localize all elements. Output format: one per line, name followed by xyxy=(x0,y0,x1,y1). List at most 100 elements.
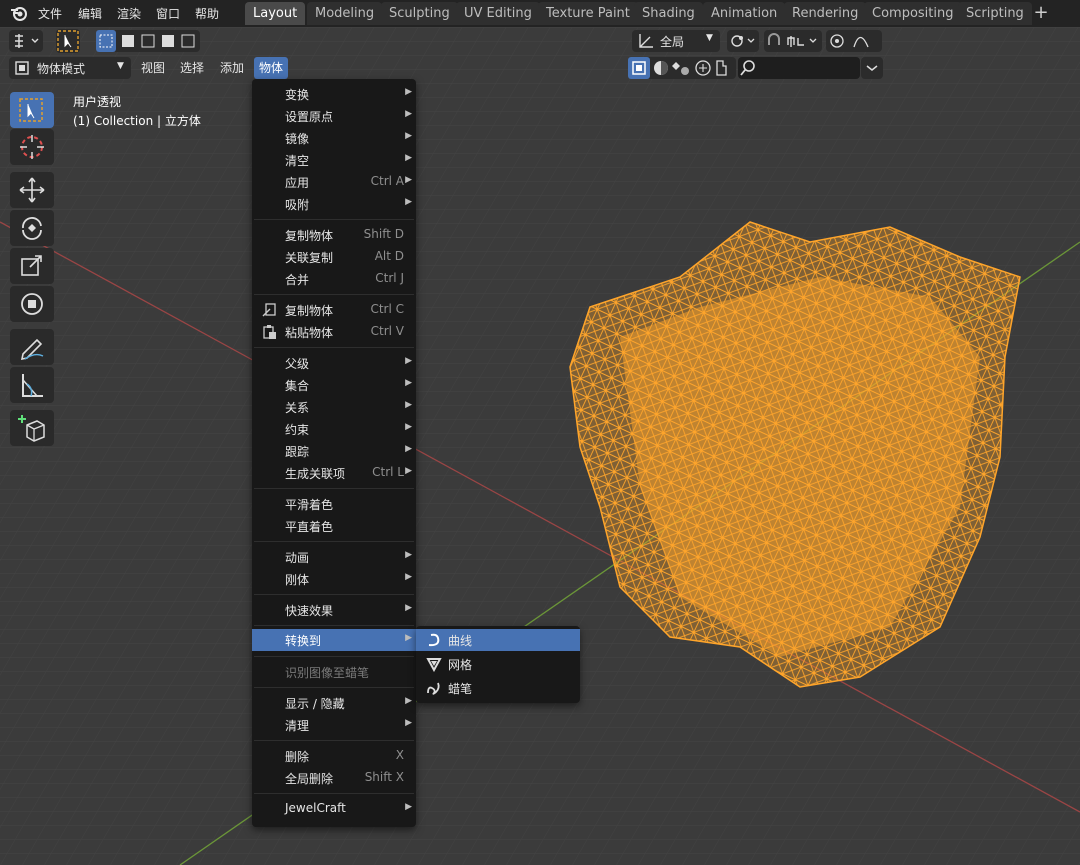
tool-measure[interactable] xyxy=(10,367,54,403)
wireframe-object[interactable] xyxy=(560,207,1030,697)
header-menu-object[interactable]: 物体 xyxy=(254,57,289,79)
menu-item-shade-flat[interactable]: 平直着色 xyxy=(252,515,416,537)
filter-dropdown[interactable] xyxy=(861,57,883,79)
submenu-item-curve[interactable]: 曲线 xyxy=(416,629,580,651)
menu-item-quick-effects[interactable]: 快速效果 ▶ xyxy=(252,599,416,621)
menu-item-constraint[interactable]: 约束 ▶ xyxy=(252,418,416,440)
tab-sculpting[interactable]: Sculpting xyxy=(381,2,458,25)
tool-add-cube[interactable] xyxy=(10,410,54,446)
tab-modeling[interactable]: Modeling xyxy=(307,2,383,25)
menu-item-trace-image: 识别图像至蜡笔 xyxy=(285,666,370,680)
menu-item-paste-objects[interactable]: 粘贴物体 Ctrl V xyxy=(252,321,416,343)
menu-separator xyxy=(254,740,414,741)
menu-item-duplicate[interactable]: 复制物体 Shift D xyxy=(252,224,416,246)
submenu-item-grease-pencil[interactable]: 蜡笔 xyxy=(416,677,580,699)
paste-icon xyxy=(263,325,276,339)
menu-item-mirror[interactable]: 镜像 ▶ xyxy=(252,127,416,149)
tab-uv-editing[interactable]: UV Editing xyxy=(456,2,540,25)
tab-layout[interactable]: Layout xyxy=(245,2,306,25)
scale-icon xyxy=(21,255,42,276)
menu-separator xyxy=(254,687,414,688)
menu-item-make-links[interactable]: 生成关联项 Ctrl L ▶ xyxy=(252,462,416,484)
editor-type-button[interactable] xyxy=(9,30,43,52)
viewport-overlay-icon xyxy=(716,60,727,76)
menu-item-parent[interactable]: 父级 ▶ xyxy=(252,352,416,374)
transform-orientation-dropdown[interactable]: 全局 ▼ xyxy=(632,30,720,52)
menu-item-animation[interactable]: 动画 ▶ xyxy=(252,546,416,568)
add-cube-icon xyxy=(18,415,45,442)
pivot-point-dropdown[interactable] xyxy=(727,30,759,52)
annotate-pencil-icon xyxy=(20,338,44,361)
mode-dropdown[interactable]: 物体模式 ▼ xyxy=(9,57,131,79)
menu-item-track[interactable]: 跟踪 ▶ xyxy=(252,440,416,462)
menu-item-delete-globally[interactable]: 全局删除 Shift X xyxy=(252,767,416,789)
view-name-label: 用户透视 xyxy=(73,95,122,109)
submenu-arrow-icon: ▶ xyxy=(405,802,412,812)
tool-scale[interactable] xyxy=(10,248,54,284)
tool-move[interactable] xyxy=(10,172,54,208)
object-mode-icon xyxy=(15,61,29,75)
search-field[interactable] xyxy=(738,57,860,79)
tab-animation[interactable]: Animation xyxy=(703,2,786,25)
tab-shading[interactable]: Shading xyxy=(634,2,703,25)
header-menu-view[interactable]: 视图 xyxy=(136,57,170,79)
tab-rendering[interactable]: Rendering xyxy=(784,2,867,25)
tab-compositing[interactable]: Compositing xyxy=(864,2,962,25)
object-menu: 变换 ▶ 设置原点 ▶ 镜像 ▶ 清空 ▶ 应用 Ctrl A ▶ 吸附 ▶ 复制物体 Shif… xyxy=(252,79,416,827)
menu-item-rigid-body[interactable]: 刚体 ▶ xyxy=(252,568,416,590)
menu-item-relations[interactable]: 关系 ▶ xyxy=(252,396,416,418)
falloff-icon xyxy=(853,36,869,48)
menu-item-jewelcraft[interactable]: JewelCraft ▶ xyxy=(252,798,416,820)
menu-help[interactable]: 帮助 xyxy=(195,5,219,22)
submenu-item-mesh[interactable]: 网格 xyxy=(416,653,580,675)
menu-item-show-hide[interactable]: 显示 / 隐藏 ▶ xyxy=(252,692,416,714)
menu-item-clear[interactable]: 清空 ▶ xyxy=(252,149,416,171)
menu-item-apply[interactable]: 应用 Ctrl A ▶ xyxy=(252,171,416,193)
proportional-edit-group[interactable] xyxy=(826,30,882,52)
pivot-icon xyxy=(731,35,755,47)
submenu-arrow-icon: ▶ xyxy=(405,718,412,728)
menu-item-copy-objects[interactable]: 复制物体 Ctrl C xyxy=(252,299,416,321)
menu-item-clean-up[interactable]: 清理 ▶ xyxy=(252,714,416,736)
shortcut-label: Shift D xyxy=(363,227,404,241)
copy-icon xyxy=(262,303,276,317)
menu-edit[interactable]: 编辑 xyxy=(78,5,102,22)
menu-item-join[interactable]: 合并 Ctrl J xyxy=(252,268,416,290)
chevron-down-icon: ▼ xyxy=(117,61,124,71)
header-menu-add[interactable]: 添加 xyxy=(215,57,249,79)
add-workspace-button[interactable]: + xyxy=(1030,2,1052,25)
move-icon xyxy=(19,177,45,203)
menu-item-convert-to[interactable]: 转换到 ▶ xyxy=(252,629,416,651)
top-bar: 文件 编辑 渲染 窗口 帮助 Layout Modeling Sculpting… xyxy=(0,0,1080,27)
select-tool-button[interactable] xyxy=(56,29,80,53)
tool-select-box[interactable] xyxy=(10,92,54,128)
menu-item-delete[interactable]: 删除 X xyxy=(252,745,416,767)
header-menu-select[interactable]: 选择 xyxy=(175,57,209,79)
shortcut-label: X xyxy=(395,748,404,762)
tab-texture-paint[interactable]: Texture Paint xyxy=(538,2,638,25)
menu-item-snap[interactable]: 吸附 ▶ xyxy=(252,193,416,215)
snapping-group[interactable] xyxy=(764,30,822,52)
menu-window[interactable]: 窗口 xyxy=(156,5,180,22)
submenu-arrow-icon: ▶ xyxy=(405,87,412,97)
snap-increment-icon xyxy=(787,36,795,47)
menu-item-collection[interactable]: 集合 ▶ xyxy=(252,374,416,396)
tool-transform[interactable] xyxy=(10,286,54,322)
tab-scripting[interactable]: Scripting xyxy=(958,2,1032,25)
menu-item-set-origin[interactable]: 设置原点 ▶ xyxy=(252,105,416,127)
tool-cursor[interactable] xyxy=(10,129,54,165)
menu-separator xyxy=(254,656,414,657)
menu-render[interactable]: 渲染 xyxy=(117,5,141,22)
menu-item-transform[interactable]: 变换 ▶ xyxy=(252,83,416,105)
tool-rotate[interactable] xyxy=(10,210,54,246)
blender-logo-icon[interactable] xyxy=(10,4,28,22)
menu-item-shade-smooth[interactable]: 平滑着色 xyxy=(252,493,416,515)
3d-viewport[interactable]: 全局 ▼ 物体模式 ▼ 视图 选择 添加 物体 用户透视 (1) Collect… xyxy=(0,27,1080,865)
orientation-label: 全局 xyxy=(660,35,685,49)
submenu-arrow-icon: ▶ xyxy=(405,131,412,141)
menu-file[interactable]: 文件 xyxy=(38,5,62,22)
selection-mode-group xyxy=(96,30,200,52)
tool-annotate[interactable] xyxy=(10,329,54,365)
menu-item-duplicate-linked[interactable]: 关联复制 Alt D xyxy=(252,246,416,268)
grease-pencil-icon xyxy=(427,682,440,695)
